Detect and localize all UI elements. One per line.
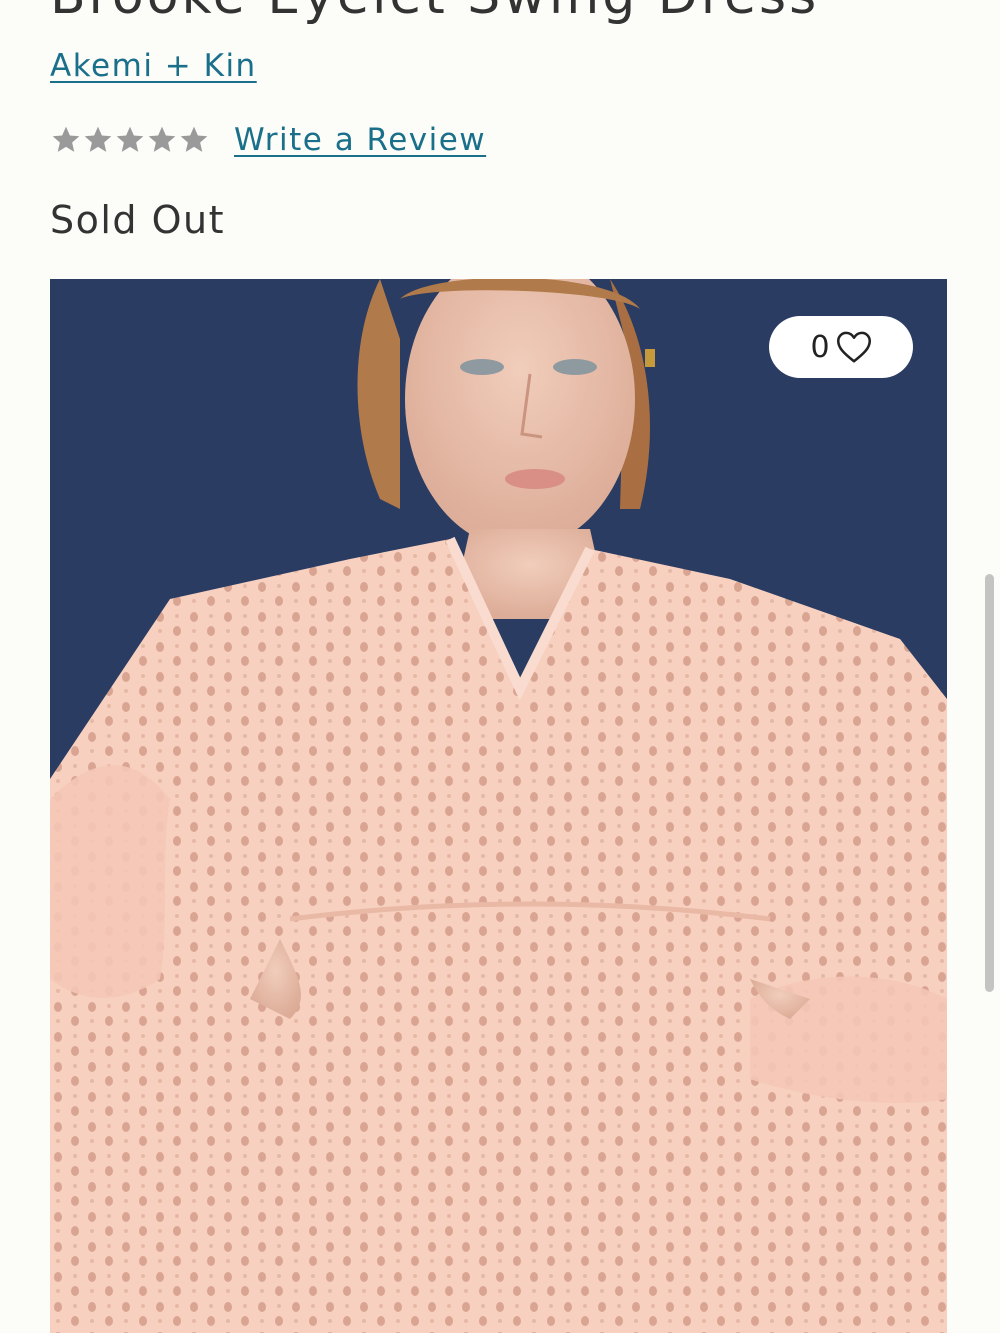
brand-link[interactable]: Akemi + Kin — [50, 48, 257, 84]
product-photo — [50, 279, 947, 1333]
favorite-button[interactable]: 0 — [769, 316, 913, 378]
product-image[interactable]: 0 — [50, 279, 947, 1333]
favorite-count: 0 — [810, 329, 830, 365]
star-icon — [84, 126, 112, 152]
heart-outline-icon — [836, 331, 871, 363]
product-page: Brooke Eyelet Swing Dress Akemi + Kin Wr… — [0, 0, 1000, 1333]
star-icon — [52, 126, 80, 152]
availability-status: Sold Out — [50, 198, 226, 242]
star-icon — [116, 126, 144, 152]
star-icon — [180, 126, 208, 152]
rating-row: Write a Review — [50, 118, 486, 162]
product-title: Brooke Eyelet Swing Dress — [50, 0, 819, 26]
star-icon — [148, 126, 176, 152]
star-rating[interactable] — [50, 124, 210, 156]
scrollbar-thumb[interactable] — [985, 574, 994, 992]
write-review-link[interactable]: Write a Review — [234, 122, 486, 158]
